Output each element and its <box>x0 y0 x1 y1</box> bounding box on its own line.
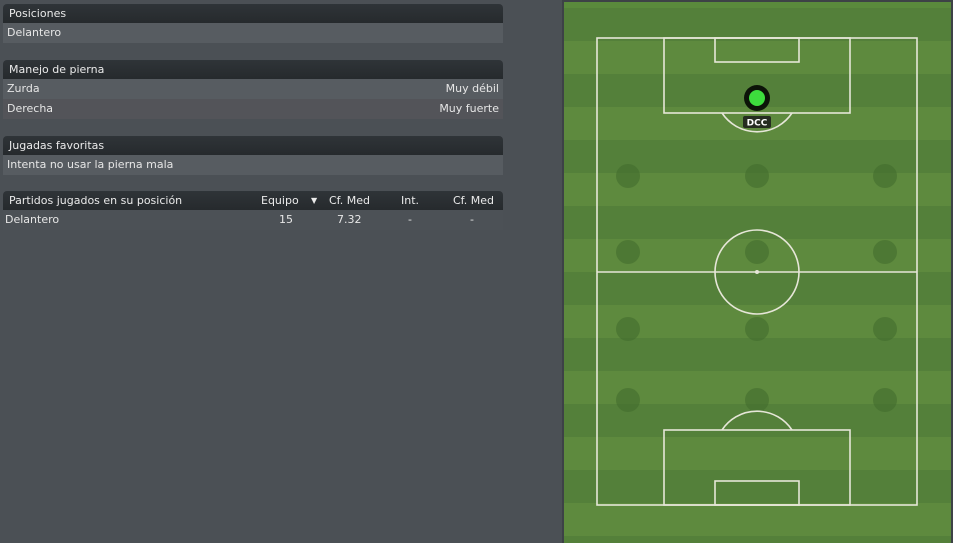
column-header-rating[interactable]: Cf. Med <box>329 191 370 210</box>
cell-int-rating: - <box>470 213 474 226</box>
grass-stripe <box>564 338 951 371</box>
positions-value: Delantero <box>3 23 503 43</box>
grass-stripe <box>564 8 951 41</box>
player-marker[interactable] <box>749 90 765 106</box>
cell-rating: 7.32 <box>337 213 362 226</box>
column-header-team-label: Equipo <box>261 194 299 207</box>
footedness-left-value: Muy débil <box>445 82 499 95</box>
empty-position-marker <box>745 388 769 412</box>
empty-position-marker <box>616 240 640 264</box>
empty-position-marker <box>873 164 897 188</box>
footedness-right-label: Derecha <box>7 102 54 115</box>
footedness-right-value: Muy fuerte <box>439 102 499 115</box>
grass-stripe <box>564 437 951 470</box>
empty-position-marker <box>616 164 640 188</box>
player-position-label: DCC <box>747 119 768 129</box>
table-row[interactable]: Delantero 15 7.32 - - <box>3 210 503 230</box>
footedness-row-right: Derecha Muy fuerte <box>3 99 503 119</box>
column-header-int-rating[interactable]: Cf. Med <box>453 191 494 210</box>
grass-stripe <box>564 470 951 503</box>
grass-stripe <box>564 272 951 305</box>
empty-position-marker <box>745 240 769 264</box>
favorite-moves-value: Intenta no usar la pierna mala <box>3 155 503 175</box>
center-spot <box>755 270 759 274</box>
footedness-left-label: Zurda <box>7 82 40 95</box>
positions-panel: Posiciones Delantero <box>3 4 503 43</box>
cell-int: - <box>408 213 412 226</box>
pitch-panel: DCC <box>562 0 953 543</box>
favorite-moves-panel: Jugadas favoritas Intenta no usar la pie… <box>3 136 503 175</box>
footedness-header: Manejo de pierna <box>3 60 503 79</box>
empty-position-marker <box>873 317 897 341</box>
empty-position-marker <box>745 164 769 188</box>
cell-position: Delantero <box>5 213 60 226</box>
positions-header: Posiciones <box>3 4 503 23</box>
grass-stripe <box>564 536 951 543</box>
column-header-team[interactable]: Equipo <box>261 191 299 210</box>
grass-stripe <box>564 206 951 239</box>
sort-desc-icon: ▼ <box>311 196 318 205</box>
matches-table-header: Partidos jugados en su posición Equipo ▼… <box>3 191 503 210</box>
cell-team: 15 <box>279 213 293 226</box>
column-header-int[interactable]: Int. <box>401 191 419 210</box>
favorite-moves-header: Jugadas favoritas <box>3 136 503 155</box>
empty-position-marker <box>745 317 769 341</box>
column-header-position[interactable]: Partidos jugados en su posición <box>9 191 182 210</box>
empty-position-marker <box>873 388 897 412</box>
grass-stripe <box>564 503 951 536</box>
empty-position-marker <box>616 317 640 341</box>
matches-table: Partidos jugados en su posición Equipo ▼… <box>3 191 503 230</box>
footedness-panel: Manejo de pierna Zurda Muy débil Derecha… <box>3 60 503 119</box>
empty-position-marker <box>616 388 640 412</box>
footedness-row-left: Zurda Muy débil <box>3 79 503 99</box>
empty-position-marker <box>873 240 897 264</box>
pitch-diagram: DCC <box>564 2 951 543</box>
grass-stripe <box>564 41 951 74</box>
